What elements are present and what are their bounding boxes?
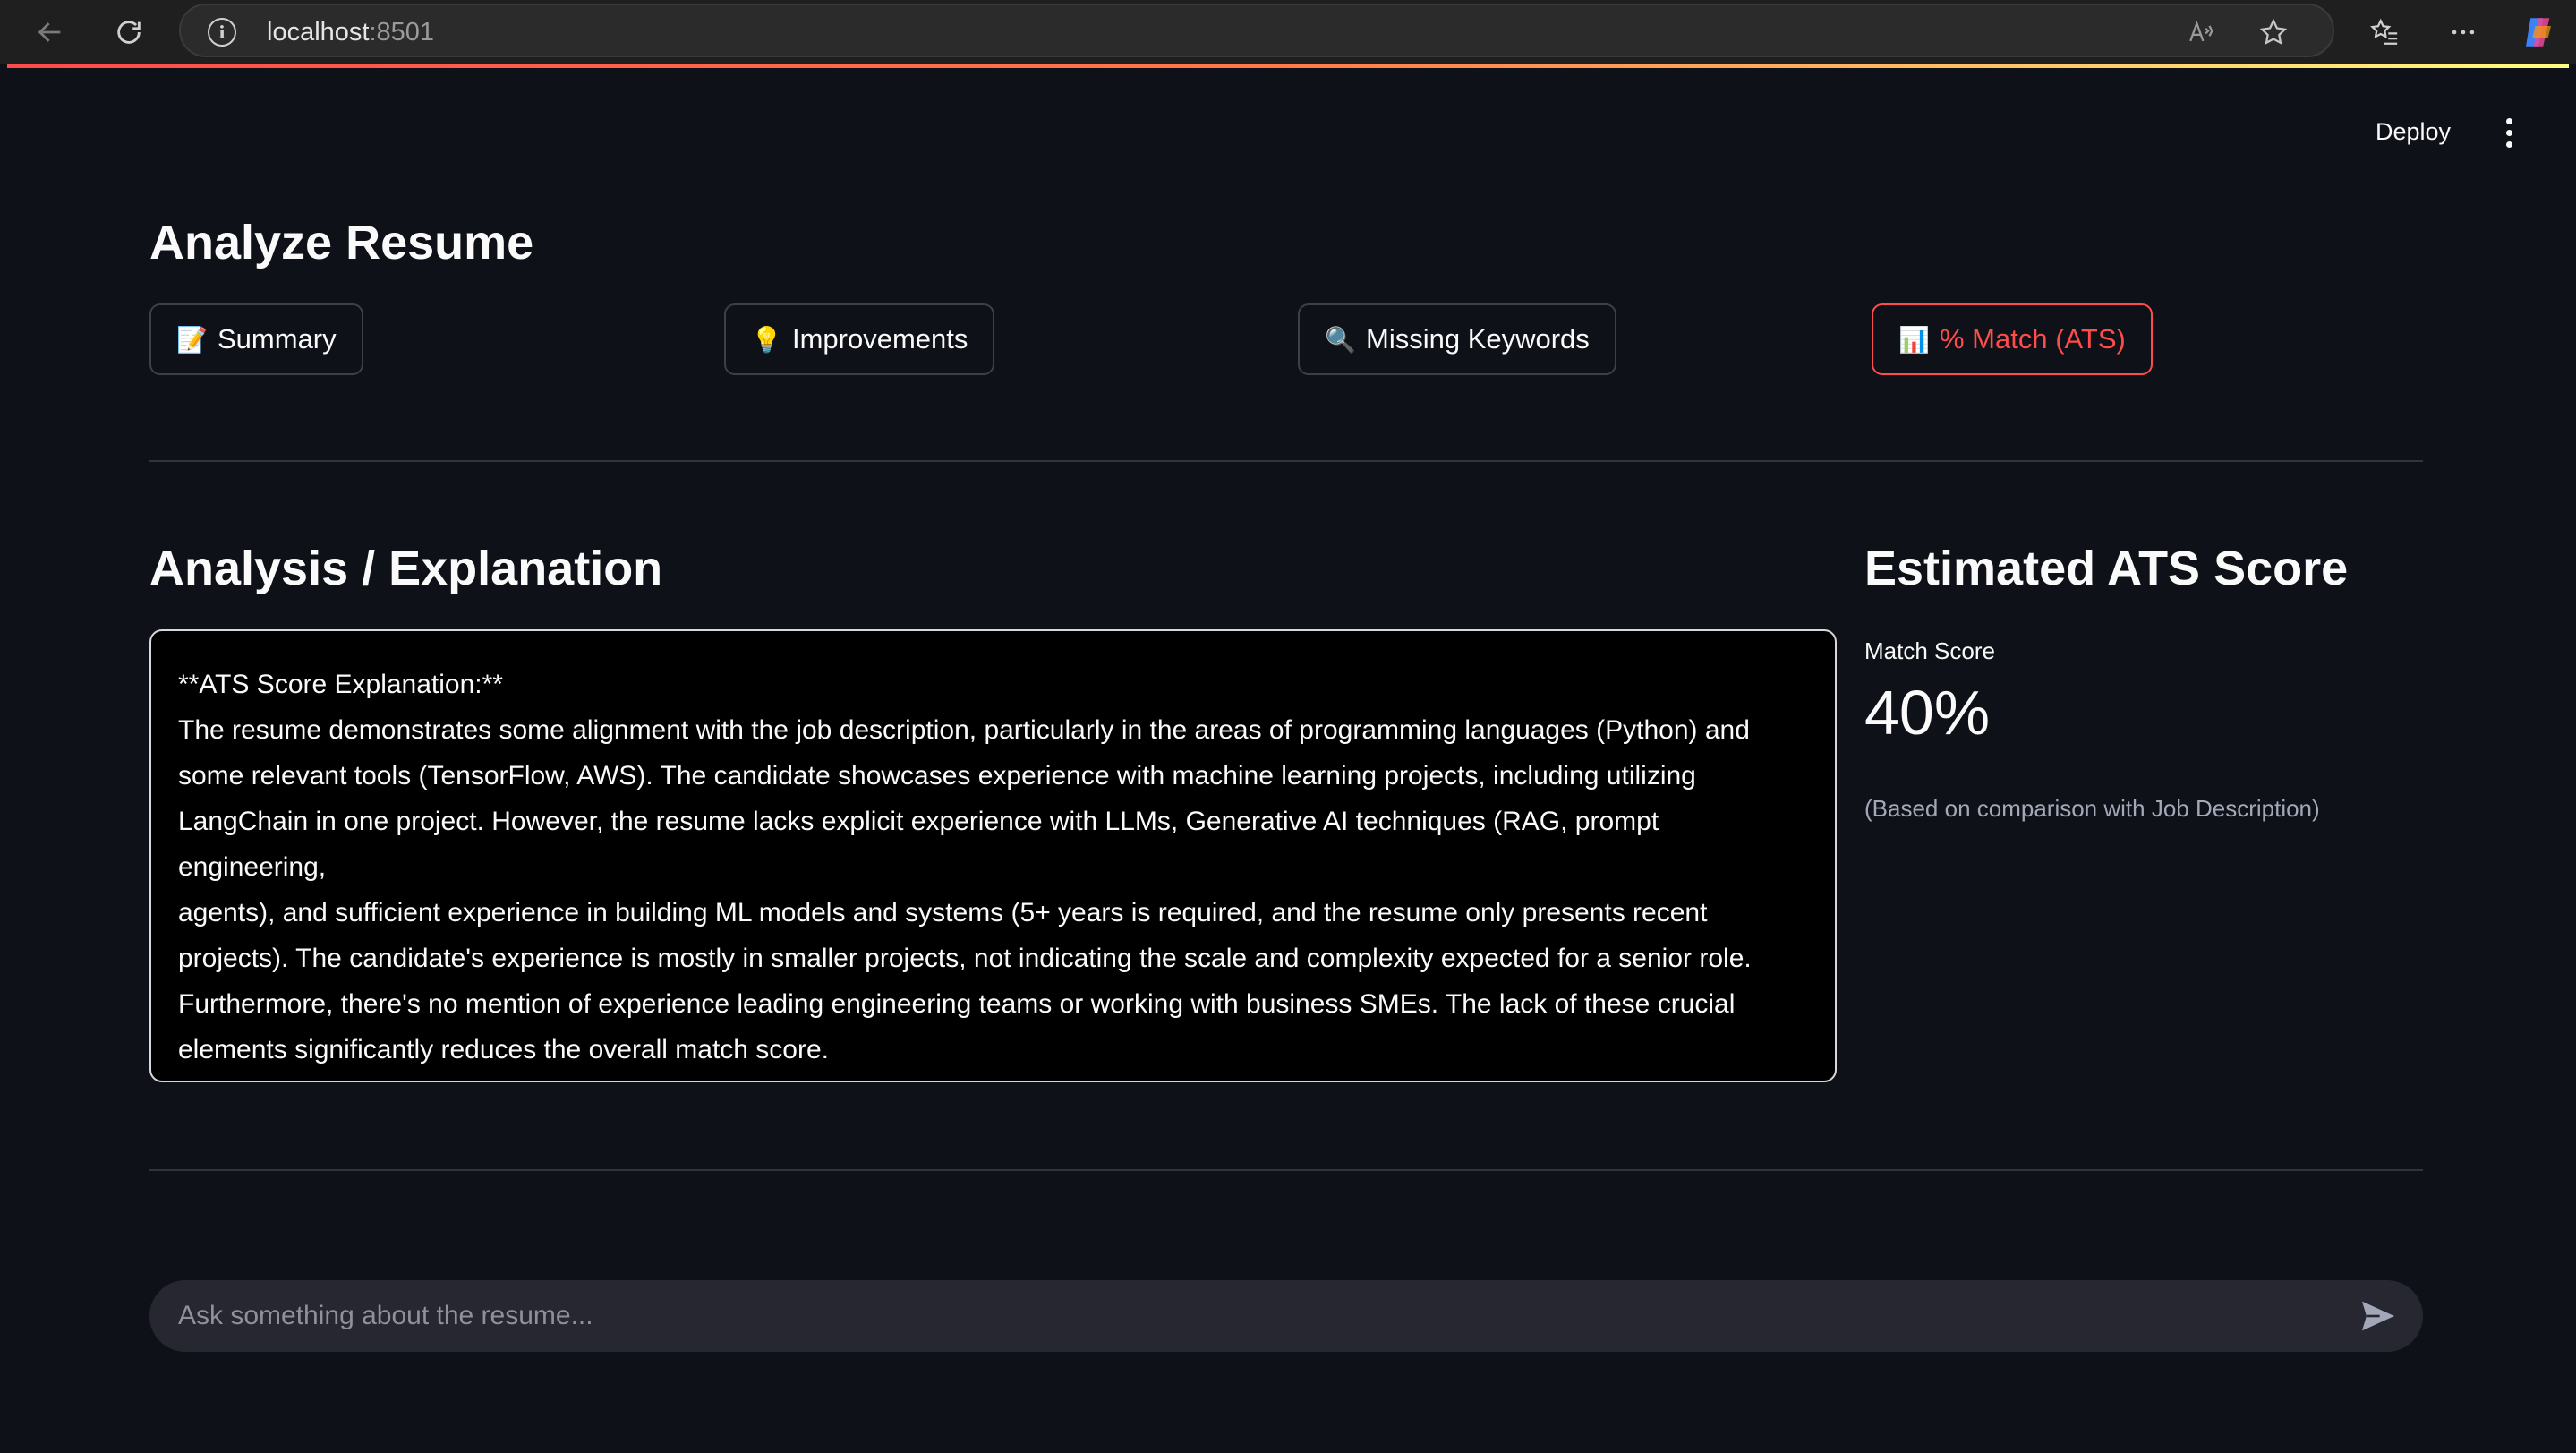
metric-value: 40%: [1864, 678, 1991, 748]
address-bar[interactable]: i localhost:8501: [179, 4, 2334, 57]
favorite-star-icon[interactable]: [2256, 14, 2291, 50]
ats-score-heading: Estimated ATS Score: [1864, 542, 2349, 595]
button-label: % Match (ATS): [1940, 323, 2126, 355]
improvements-button[interactable]: 💡 Improvements: [724, 303, 995, 375]
analysis-line: projects). The candidate's experience is…: [178, 944, 1752, 973]
main-menu-icon[interactable]: [2495, 113, 2522, 152]
bar-chart-icon: 📊: [1898, 325, 1930, 354]
analysis-text-box: **ATS Score Explanation:** The resume de…: [149, 629, 1837, 1082]
analysis-line: some relevant tools (TensorFlow, AWS). T…: [178, 761, 1696, 791]
summary-button[interactable]: 📝 Summary: [149, 303, 363, 375]
browser-toolbar: i localhost:8501: [0, 0, 2576, 64]
read-aloud-icon[interactable]: [2184, 14, 2220, 50]
match-ats-button[interactable]: 📊 % Match (ATS): [1872, 303, 2153, 375]
more-options-icon[interactable]: [2438, 7, 2488, 57]
missing-keywords-button[interactable]: 🔍 Missing Keywords: [1298, 303, 1616, 375]
memo-icon: 📝: [176, 325, 208, 354]
magnifier-icon: 🔍: [1325, 325, 1356, 354]
section-divider: [149, 1169, 2423, 1171]
analysis-line: LangChain in one project. However, the r…: [178, 807, 1659, 882]
site-info-icon[interactable]: i: [208, 18, 236, 47]
analysis-line: **ATS Score Explanation:**: [178, 670, 503, 699]
analysis-line: agents), and sufficient experience in bu…: [178, 898, 1708, 927]
metric-note: (Based on comparison with Job Descriptio…: [1864, 795, 2320, 822]
copilot-icon[interactable]: [2513, 7, 2563, 57]
send-icon[interactable]: [2360, 1300, 2396, 1332]
button-label: Missing Keywords: [1366, 323, 1590, 355]
analysis-line: elements significantly reduces the overa…: [178, 1035, 830, 1064]
url-text: localhost:8501: [267, 18, 435, 47]
favorites-icon[interactable]: [2359, 7, 2410, 57]
deploy-button[interactable]: Deploy: [2367, 113, 2460, 151]
back-icon[interactable]: [25, 7, 75, 57]
section-divider: [149, 460, 2423, 462]
app-main: Deploy Analyze Resume 📝 Summary 💡 Improv…: [7, 68, 2569, 1453]
analysis-line: Furthermore, there's no mention of exper…: [178, 989, 1736, 1019]
chat-input[interactable]: [178, 1280, 2326, 1352]
chat-input-container: [149, 1280, 2423, 1352]
analysis-heading: Analysis / Explanation: [149, 542, 663, 595]
lightbulb-icon: 💡: [751, 325, 782, 354]
page-title: Analyze Resume: [149, 216, 534, 269]
reload-icon[interactable]: [104, 7, 154, 57]
metric-label: Match Score: [1864, 637, 1995, 664]
button-label: Summary: [218, 323, 337, 355]
analysis-line: The resume demonstrates some alignment w…: [178, 715, 1750, 745]
button-label: Improvements: [792, 323, 968, 355]
